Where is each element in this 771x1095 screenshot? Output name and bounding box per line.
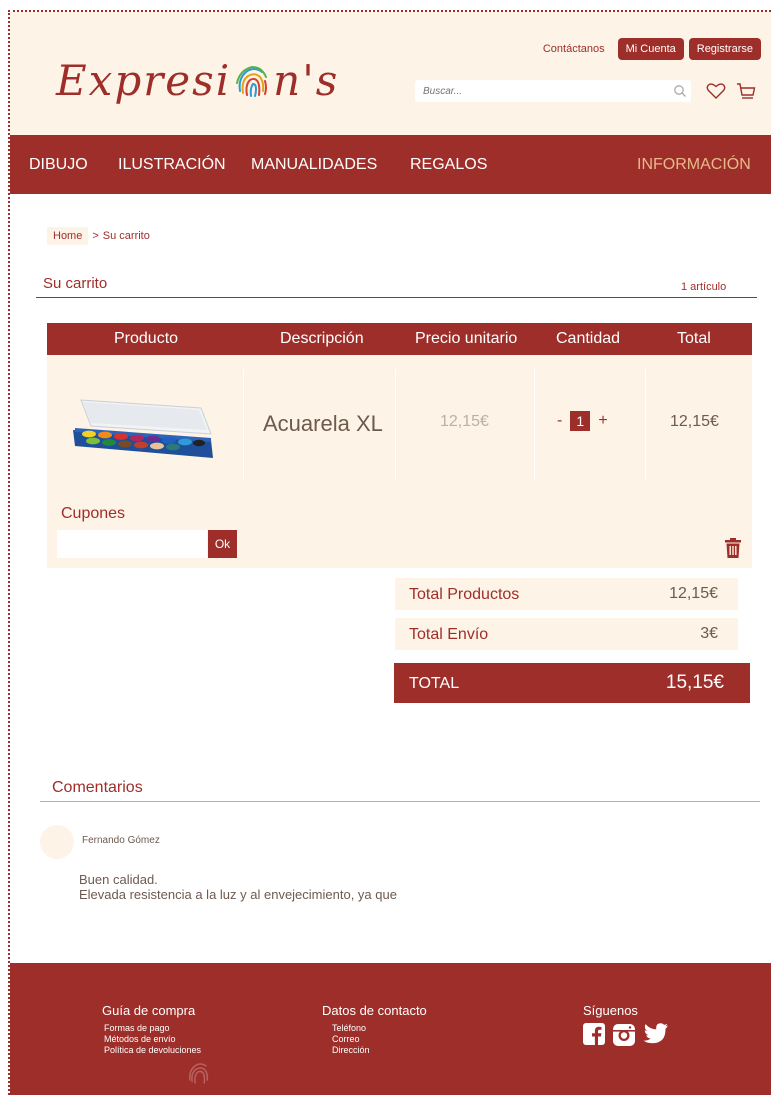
column-divider bbox=[534, 369, 535, 481]
total-products-value: 12,15€ bbox=[669, 585, 718, 602]
top-links: Contáctanos Mi Cuenta Registrarse bbox=[543, 38, 761, 60]
footer-social-title: Síguenos bbox=[583, 1003, 638, 1018]
column-header-total: Total bbox=[677, 330, 711, 347]
footer-guide-column: Guía de compra Formas de pago Métodos de… bbox=[102, 1003, 201, 1056]
quantity-stepper: - 1 + bbox=[557, 411, 608, 431]
my-account-button[interactable]: Mi Cuenta bbox=[617, 38, 684, 60]
column-divider bbox=[645, 369, 646, 481]
column-header-product: Producto bbox=[114, 330, 179, 347]
cart-item-count: 1 artículo bbox=[681, 281, 727, 293]
search-icon[interactable] bbox=[669, 84, 691, 98]
fingerprint-icon bbox=[236, 65, 268, 97]
search-bar bbox=[415, 80, 691, 102]
total-products-row: Total Productos 12,15€ bbox=[395, 578, 738, 610]
nav-item-regalos[interactable]: REGALOS bbox=[410, 156, 487, 174]
product-description[interactable]: Acuarela XL bbox=[263, 411, 383, 437]
comment-line: Elevada resistencia a la luz y al enveje… bbox=[79, 887, 397, 902]
product-row-total: 12,15€ bbox=[670, 413, 719, 430]
nav-item-ilustracion[interactable]: ILUSTRACIÓN bbox=[118, 156, 226, 174]
cart-title: Su carrito bbox=[43, 275, 108, 292]
main-nav: DIBUJO ILUSTRACIÓN MANUALIDADES REGALOS … bbox=[10, 135, 771, 194]
footer-contact-column: Datos de contacto Teléfono Correo Direcc… bbox=[322, 1003, 427, 1056]
coupon-input[interactable] bbox=[57, 530, 207, 558]
twitter-icon[interactable] bbox=[643, 1023, 669, 1052]
footer-guide-title: Guía de compra bbox=[102, 1003, 196, 1018]
footer-link-address[interactable]: Dirección bbox=[332, 1045, 427, 1056]
footer-contact-title: Datos de contacto bbox=[322, 1003, 427, 1018]
grand-total-value: 15,15€ bbox=[665, 672, 724, 693]
social-icons bbox=[583, 1023, 669, 1052]
total-shipping-row: Total Envío 3€ bbox=[395, 618, 738, 650]
footer-link-email[interactable]: Correo bbox=[332, 1034, 427, 1045]
breadcrumb-separator: > bbox=[92, 230, 99, 242]
column-header-unit-price: Precio unitario bbox=[415, 330, 518, 347]
nav-item-informacion[interactable]: INFORMACIÓN bbox=[637, 156, 751, 174]
facebook-icon[interactable] bbox=[583, 1023, 605, 1052]
trash-icon[interactable] bbox=[725, 538, 741, 558]
fingerprint-icon bbox=[188, 1063, 209, 1084]
search-input[interactable] bbox=[415, 80, 669, 102]
total-shipping-label: Total Envío bbox=[409, 626, 489, 643]
breadcrumb: Home > Su carrito bbox=[47, 227, 150, 245]
cart-table-body: Acuarela XL 12,15€ - 1 + 12,15€ Cupones … bbox=[47, 355, 752, 568]
grand-total-label: TOTAL bbox=[409, 675, 460, 692]
cart-icon[interactable] bbox=[736, 82, 756, 102]
column-divider bbox=[243, 369, 244, 481]
comments-divider bbox=[40, 801, 760, 802]
coupon-ok-button[interactable]: Ok bbox=[208, 530, 237, 558]
logo-text-left: Expresi bbox=[56, 56, 232, 105]
total-products-label: Total Productos bbox=[409, 586, 520, 603]
breadcrumb-current: Su carrito bbox=[102, 230, 150, 242]
avatar bbox=[40, 825, 74, 859]
footer-link-payment[interactable]: Formas de pago bbox=[104, 1023, 201, 1034]
column-divider bbox=[395, 369, 396, 481]
nav-item-dibujo[interactable]: DIBUJO bbox=[29, 156, 88, 174]
comment-line: Buen calidad. bbox=[79, 872, 158, 887]
cart-divider bbox=[36, 297, 757, 298]
logo-text-right: n's bbox=[273, 56, 340, 105]
cart-table-header: Producto Descripción Precio unitario Can… bbox=[47, 323, 752, 355]
quantity-increase-button[interactable]: + bbox=[598, 412, 607, 430]
grand-total-row: TOTAL 15,15€ bbox=[394, 663, 750, 703]
comment-author: Fernando Gómez bbox=[82, 835, 160, 846]
column-header-quantity: Cantidad bbox=[556, 330, 621, 347]
contact-link[interactable]: Contáctanos bbox=[543, 43, 605, 55]
quantity-decrease-button[interactable]: - bbox=[557, 412, 562, 430]
footer-link-shipping[interactable]: Métodos de envío bbox=[104, 1034, 201, 1045]
comment-text: Buen calidad. Elevada resistencia a la l… bbox=[79, 872, 397, 902]
site-footer: Guía de compra Formas de pago Métodos de… bbox=[10, 963, 771, 1095]
breadcrumb-home[interactable]: Home bbox=[47, 227, 89, 245]
footer-link-phone[interactable]: Teléfono bbox=[332, 1023, 427, 1034]
quantity-value[interactable]: 1 bbox=[570, 411, 591, 431]
product-unit-price: 12,15€ bbox=[440, 413, 489, 430]
site-logo[interactable]: Expresi n's bbox=[56, 56, 339, 105]
coupons-label: Cupones bbox=[61, 505, 126, 522]
register-button[interactable]: Registrarse bbox=[688, 38, 761, 60]
nav-item-manualidades[interactable]: MANUALIDADES bbox=[251, 156, 377, 174]
footer-link-returns[interactable]: Política de devoluciones bbox=[104, 1045, 201, 1056]
comments-title: Comentarios bbox=[52, 779, 143, 796]
heart-icon[interactable] bbox=[706, 82, 726, 100]
column-header-description: Descripción bbox=[280, 330, 364, 347]
site-header: Expresi n's Contáctanos Mi Cuenta Regist… bbox=[10, 12, 771, 135]
total-shipping-value: 3€ bbox=[700, 625, 718, 642]
product-image[interactable] bbox=[61, 390, 219, 470]
footer-social-column: Síguenos bbox=[583, 1003, 669, 1052]
instagram-icon[interactable] bbox=[612, 1023, 636, 1052]
header-icons bbox=[706, 82, 756, 102]
